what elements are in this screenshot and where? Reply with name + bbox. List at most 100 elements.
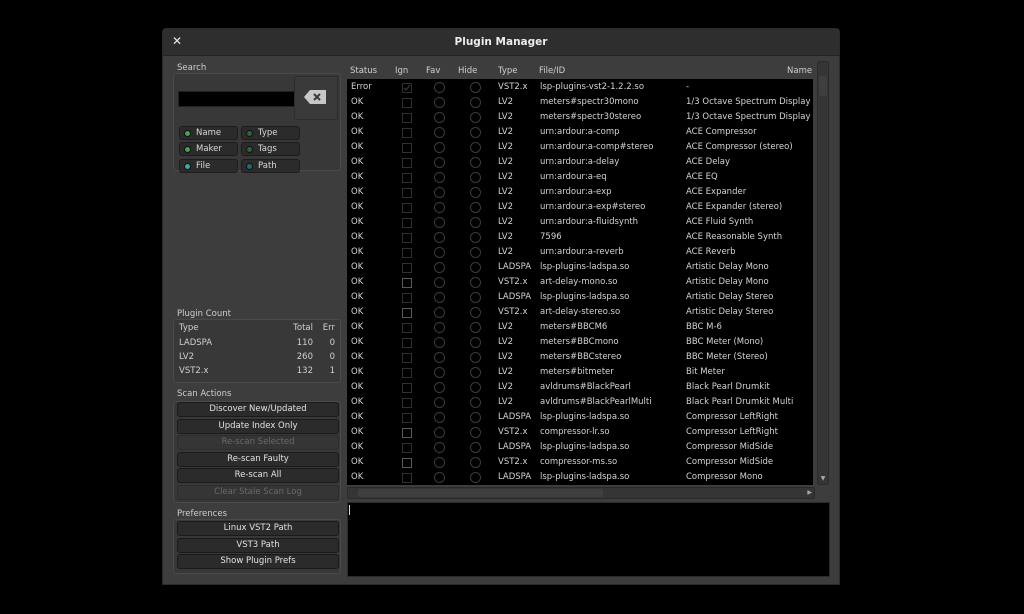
table-row[interactable]: OK LV2 meters#BBCM6 BBC M-6 bbox=[347, 320, 813, 335]
ignore-checkbox[interactable] bbox=[402, 308, 412, 318]
table-row[interactable]: OK LV2 urn:ardour:a-exp#stereo ACE Expander… bbox=[347, 200, 813, 215]
table-row[interactable]: OK LV2 meters#BBCmono BBC Meter (Mono) bbox=[347, 335, 813, 350]
favorite-radio[interactable] bbox=[434, 232, 445, 243]
table-row[interactable]: OK VST2.x art-delay-stereo.so Artistic Dela… bbox=[347, 305, 813, 320]
favorite-radio[interactable] bbox=[434, 157, 445, 168]
favorite-radio[interactable] bbox=[434, 427, 445, 438]
table-row[interactable]: OK LV2 urn:ardour:a-exp ACE Expander bbox=[347, 185, 813, 200]
search-toggle-type[interactable]: Type bbox=[241, 126, 300, 140]
ignore-checkbox[interactable] bbox=[402, 368, 412, 378]
table-row[interactable]: OK LV2 meters#spectr30stereo 1/3 Octave Spe… bbox=[347, 110, 813, 125]
table-row[interactable]: OK LADSPA lsp-plugins-ladspa.so Compressor … bbox=[347, 470, 813, 485]
hide-radio[interactable] bbox=[470, 442, 481, 453]
table-row[interactable]: OK LV2 avldrums#BlackPearlMulti Black Pearl… bbox=[347, 395, 813, 410]
hide-radio[interactable] bbox=[470, 97, 481, 108]
re-scan-all-button[interactable]: Re-scan All bbox=[177, 468, 339, 483]
search-toggle-tags[interactable]: Tags bbox=[241, 142, 300, 156]
favorite-radio[interactable] bbox=[434, 247, 445, 258]
favorite-radio[interactable] bbox=[434, 277, 445, 288]
favorite-radio[interactable] bbox=[434, 82, 445, 93]
search-toggle-name[interactable]: Name bbox=[179, 126, 238, 140]
table-row[interactable]: OK LV2 7596 ACE Reasonable Synth bbox=[347, 230, 813, 245]
vst3-path-button[interactable]: VST3 Path bbox=[177, 537, 339, 553]
favorite-radio[interactable] bbox=[434, 457, 445, 468]
favorite-radio[interactable] bbox=[434, 412, 445, 423]
favorite-radio[interactable] bbox=[434, 187, 445, 198]
ignore-checkbox[interactable] bbox=[402, 113, 412, 123]
hide-radio[interactable] bbox=[470, 397, 481, 408]
hide-radio[interactable] bbox=[470, 382, 481, 393]
horizontal-scrollbar[interactable]: ▶ bbox=[347, 487, 815, 499]
vertical-scrollbar[interactable]: ▼ bbox=[817, 61, 829, 485]
hide-radio[interactable] bbox=[470, 292, 481, 303]
ignore-checkbox[interactable] bbox=[402, 338, 412, 348]
vertical-scroll-thumb[interactable] bbox=[819, 76, 827, 96]
column-status[interactable]: Status bbox=[350, 66, 377, 76]
clear-search-button[interactable] bbox=[294, 76, 338, 120]
table-row[interactable]: OK LV2 urn:ardour:a-eq ACE EQ bbox=[347, 170, 813, 185]
hide-radio[interactable] bbox=[470, 337, 481, 348]
ignore-checkbox[interactable] bbox=[402, 98, 412, 108]
hide-radio[interactable] bbox=[470, 232, 481, 243]
ignore-checkbox[interactable] bbox=[402, 248, 412, 258]
ignore-checkbox[interactable] bbox=[402, 173, 412, 183]
hide-radio[interactable] bbox=[470, 307, 481, 318]
favorite-radio[interactable] bbox=[434, 217, 445, 228]
table-row[interactable]: OK LV2 avldrums#BlackPearl Black Pearl Drum… bbox=[347, 380, 813, 395]
table-row[interactable]: OK LV2 urn:ardour:a-comp ACE Compressor bbox=[347, 125, 813, 140]
favorite-radio[interactable] bbox=[434, 292, 445, 303]
favorite-radio[interactable] bbox=[434, 472, 445, 483]
favorite-radio[interactable] bbox=[434, 97, 445, 108]
hide-radio[interactable] bbox=[470, 322, 481, 333]
column-fav[interactable]: Fav bbox=[426, 66, 440, 76]
table-row[interactable]: OK LV2 meters#bitmeter Bit Meter bbox=[347, 365, 813, 380]
scan-log-textarea[interactable] bbox=[347, 502, 830, 577]
table-row[interactable]: OK VST2.x art-delay-mono.so Artistic Delay … bbox=[347, 275, 813, 290]
hide-radio[interactable] bbox=[470, 157, 481, 168]
hide-radio[interactable] bbox=[470, 187, 481, 198]
hide-radio[interactable] bbox=[470, 262, 481, 273]
ignore-checkbox[interactable] bbox=[402, 473, 412, 483]
ignore-checkbox[interactable] bbox=[402, 278, 412, 288]
table-row[interactable]: OK VST2.x compressor-lr.so Compressor LeftR… bbox=[347, 425, 813, 440]
favorite-radio[interactable] bbox=[434, 112, 445, 123]
ignore-checkbox[interactable] bbox=[402, 443, 412, 453]
favorite-radio[interactable] bbox=[434, 172, 445, 183]
favorite-radio[interactable] bbox=[434, 322, 445, 333]
ignore-checkbox[interactable] bbox=[402, 188, 412, 198]
ignore-checkbox[interactable] bbox=[402, 293, 412, 303]
table-row[interactable]: OK VST2.x compressor-ms.so Compressor MidSi… bbox=[347, 455, 813, 470]
table-row[interactable]: OK LADSPA lsp-plugins-ladspa.so Artistic De… bbox=[347, 260, 813, 275]
ignore-checkbox[interactable] bbox=[402, 398, 412, 408]
hide-radio[interactable] bbox=[470, 427, 481, 438]
table-row[interactable]: OK LADSPA lsp-plugins-ladspa.so Compressor … bbox=[347, 440, 813, 455]
ignore-checkbox[interactable] bbox=[402, 143, 412, 153]
ignore-checkbox[interactable] bbox=[402, 353, 412, 363]
favorite-radio[interactable] bbox=[434, 142, 445, 153]
hide-radio[interactable] bbox=[470, 277, 481, 288]
favorite-radio[interactable] bbox=[434, 442, 445, 453]
column-name[interactable]: Name bbox=[787, 66, 812, 76]
hide-radio[interactable] bbox=[470, 352, 481, 363]
favorite-radio[interactable] bbox=[434, 262, 445, 273]
favorite-radio[interactable] bbox=[434, 307, 445, 318]
discover-new-updated-button[interactable]: Discover New/Updated bbox=[177, 402, 339, 417]
hide-radio[interactable] bbox=[470, 82, 481, 93]
favorite-radio[interactable] bbox=[434, 337, 445, 348]
hide-radio[interactable] bbox=[470, 142, 481, 153]
favorite-radio[interactable] bbox=[434, 397, 445, 408]
favorite-radio[interactable] bbox=[434, 382, 445, 393]
hide-radio[interactable] bbox=[470, 127, 481, 138]
ignore-checkbox[interactable] bbox=[402, 128, 412, 138]
table-row[interactable]: OK LV2 meters#BBCstereo BBC Meter (Stereo) bbox=[347, 350, 813, 365]
table-row[interactable]: OK LV2 urn:ardour:a-reverb ACE Reverb bbox=[347, 245, 813, 260]
show-plugin-prefs-button[interactable]: Show Plugin Prefs bbox=[177, 554, 339, 569]
column-file[interactable]: File/ID bbox=[539, 66, 565, 76]
search-toggle-file[interactable]: File bbox=[179, 159, 238, 173]
re-scan-faulty-button[interactable]: Re-scan Faulty bbox=[177, 451, 339, 467]
ignore-checkbox[interactable] bbox=[402, 413, 412, 423]
column-hide[interactable]: Hide bbox=[458, 66, 477, 76]
search-toggle-maker[interactable]: Maker bbox=[179, 142, 238, 156]
update-index-only-button[interactable]: Update Index Only bbox=[177, 418, 339, 434]
table-row[interactable]: OK LADSPA lsp-plugins-ladspa.so Compressor … bbox=[347, 410, 813, 425]
